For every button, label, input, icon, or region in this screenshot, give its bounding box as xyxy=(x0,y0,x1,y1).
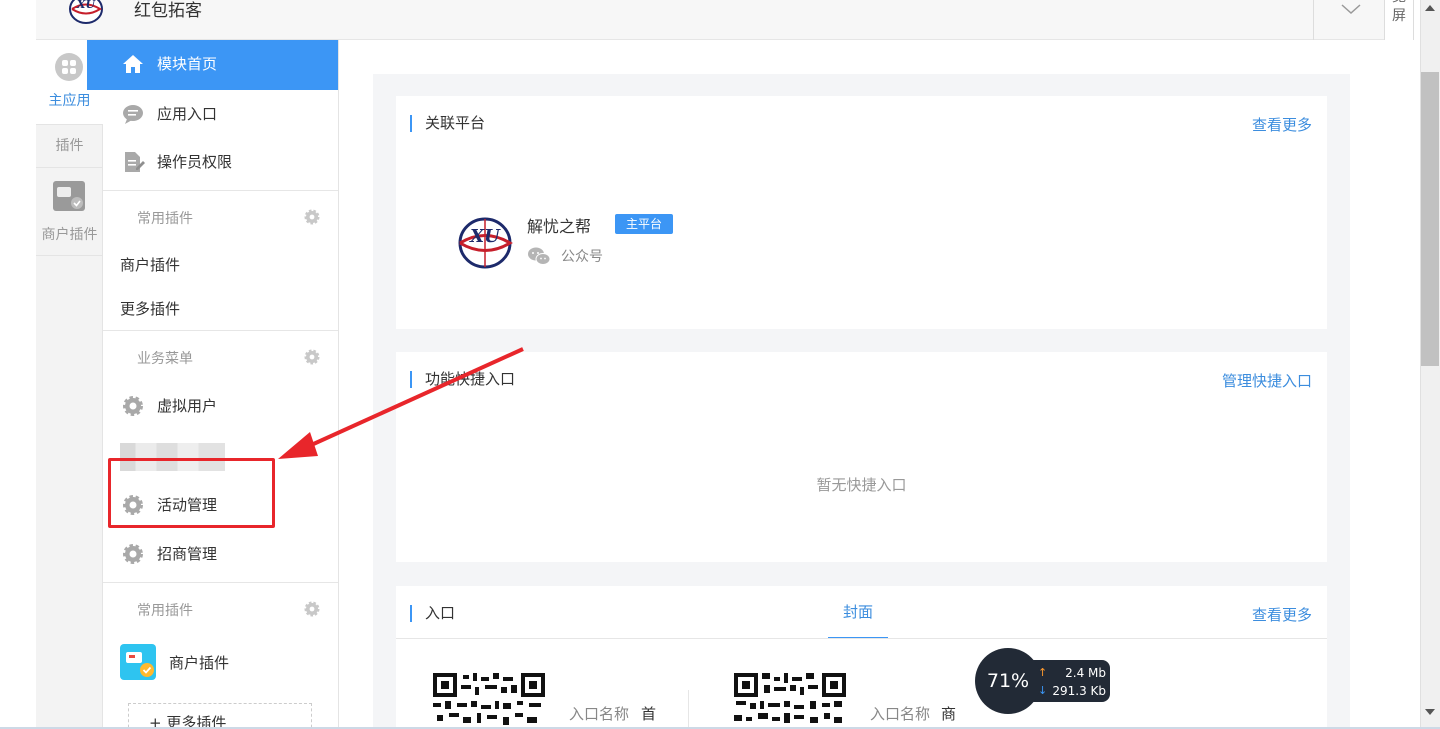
view-more-link[interactable]: 查看更多 xyxy=(1252,604,1312,625)
wide-screen-button[interactable]: 宽屏 xyxy=(1384,0,1414,40)
card-title: 关联平台 xyxy=(410,115,485,132)
qr-code[interactable] xyxy=(433,673,545,729)
scrollbar-thumb[interactable] xyxy=(1421,72,1439,366)
apps-grid-icon xyxy=(55,53,83,81)
section-title: 常用插件 xyxy=(137,603,193,619)
entry-name-label: 入口名称 xyxy=(569,705,630,723)
app-rail: 主应用 插件 商户插件 xyxy=(36,40,103,729)
linked-platform-card: 关联平台 查看更多 XU 解忧之帮 主平台 公众号 xyxy=(396,96,1327,329)
speed-percent-badge[interactable]: 71% xyxy=(975,648,1041,714)
upload-speed: 2.4 Mb xyxy=(1065,666,1106,680)
section-common-plugins: 常用插件 xyxy=(103,190,338,240)
add-more-plugins-button[interactable]: + 更多插件 xyxy=(128,703,312,729)
menu-item-merchant-recruit[interactable]: 招商管理 xyxy=(103,530,338,578)
main-platform-badge: 主平台 xyxy=(615,214,674,234)
scroll-down-arrow-icon[interactable] xyxy=(1424,708,1436,716)
menu-item-more-plugins[interactable]: 更多插件 xyxy=(120,298,180,319)
rail-plugin[interactable]: 插件 xyxy=(36,124,103,168)
wechat-icon xyxy=(528,247,551,265)
divider xyxy=(396,638,1327,639)
platform-logo: XU xyxy=(458,217,513,269)
rail-merchant-plugin[interactable]: 商户插件 xyxy=(36,168,103,256)
gear-icon xyxy=(123,396,143,416)
view-more-link[interactable]: 查看更多 xyxy=(1252,114,1312,135)
merchant-card-icon xyxy=(53,181,85,211)
section-title: 常用插件 xyxy=(137,211,193,227)
network-speed-panel: ↑ 2.4 Mb ↓ 291.3 Kb xyxy=(1030,660,1110,702)
qr-code[interactable] xyxy=(734,673,846,729)
menu-item-operator-permission[interactable]: 操作员权限 xyxy=(103,138,338,186)
platform-name: 解忧之帮 xyxy=(527,217,592,236)
entry-name-value: 商家核销入口 xyxy=(941,705,957,723)
gear-icon[interactable] xyxy=(304,209,320,225)
manage-quick-entry-link[interactable]: 管理快捷入口 xyxy=(1222,370,1312,391)
section-common-plugins: 常用插件 xyxy=(103,582,338,632)
menu-item-home[interactable]: 模块首页 xyxy=(87,40,338,90)
menu-merchant-recruit-label: 招商管理 xyxy=(157,545,218,563)
document-edit-icon xyxy=(125,152,145,172)
menu-item-merchant-plugin[interactable]: 商户插件 xyxy=(120,254,180,275)
home-icon xyxy=(123,55,143,73)
highlight-box xyxy=(108,458,275,528)
menu-virtual-user-label: 虚拟用户 xyxy=(157,397,218,415)
tab-cover[interactable]: 封面 xyxy=(828,586,888,639)
section-title: 业务菜单 xyxy=(137,351,193,367)
rail-merchant-plugin-label: 商户插件 xyxy=(41,227,98,243)
wide-screen-label: 宽屏 xyxy=(1392,0,1406,24)
scroll-up-arrow-icon[interactable] xyxy=(1424,4,1436,12)
app-title: 红包拓客 xyxy=(134,1,202,21)
top-header xyxy=(36,0,1384,40)
platform-type: 公众号 xyxy=(561,249,603,265)
gear-icon[interactable] xyxy=(304,601,320,617)
annotation-arrow xyxy=(278,347,524,459)
chat-bubble-icon xyxy=(123,105,143,124)
rail-main-app-label: 主应用 xyxy=(48,93,91,109)
gear-icon xyxy=(123,544,143,564)
chevron-down-icon[interactable] xyxy=(1340,2,1362,16)
app-logo: XU xyxy=(69,0,103,24)
entry-name-value: 首页 xyxy=(641,705,657,723)
quick-entry-card: 功能快捷入口 管理快捷入口 暂无快捷入口 xyxy=(396,352,1327,562)
svg-text:XU: XU xyxy=(76,0,97,11)
entry-card: 入口 封面 查看更多 入口名称 首页 入口名称 商家核销入口 xyxy=(396,586,1327,729)
menu-item-app-entry[interactable]: 应用入口 xyxy=(103,90,338,138)
card-title: 入口 xyxy=(410,605,455,622)
menu-home-label: 模块首页 xyxy=(157,55,218,73)
menu-item-merchant-plugin-2[interactable]: 商户插件 xyxy=(103,638,338,686)
menu-merchant-plugin-2-label: 商户插件 xyxy=(169,654,230,672)
divider xyxy=(688,690,689,729)
svg-text:XU: XU xyxy=(469,226,501,247)
rail-plugin-label: 插件 xyxy=(55,138,84,154)
header-divider xyxy=(1313,0,1314,40)
entry-name-label: 入口名称 xyxy=(870,705,931,723)
menu-operator-permission-label: 操作员权限 xyxy=(157,153,233,171)
merchant-plugin-icon xyxy=(120,644,156,680)
empty-state-text: 暂无快捷入口 xyxy=(816,476,907,494)
download-speed: 291.3 Kb xyxy=(1052,684,1106,698)
menu-app-entry-label: 应用入口 xyxy=(157,105,218,123)
